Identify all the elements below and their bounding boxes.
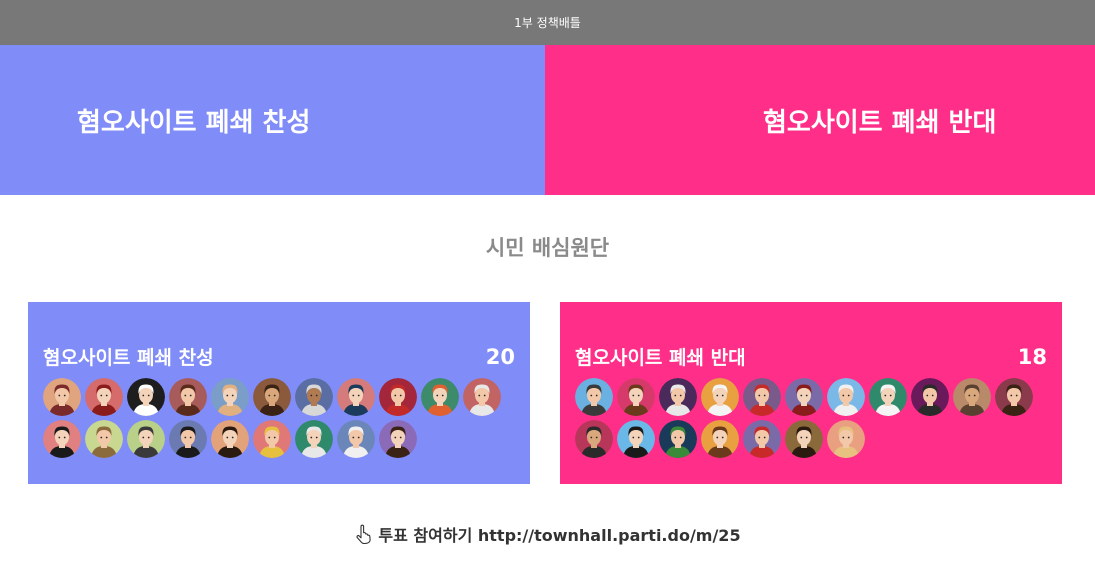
- battle-side-con[interactable]: 혐오사이트 폐쇄 반대: [545, 45, 1095, 195]
- jury-panel-pro: 혐오사이트 폐쇄 찬성 20: [28, 302, 530, 484]
- avatar[interactable]: [421, 378, 459, 416]
- avatar[interactable]: [827, 378, 865, 416]
- avatar[interactable]: [995, 378, 1033, 416]
- jury-panel-con-header: 혐오사이트 폐쇄 반대 18: [575, 343, 1047, 370]
- avatar[interactable]: [169, 420, 207, 458]
- avatar[interactable]: [43, 420, 81, 458]
- battle-side-pro[interactable]: 혐오사이트 폐쇄 찬성: [0, 45, 545, 195]
- avatar[interactable]: [379, 378, 417, 416]
- avatar[interactable]: [827, 420, 865, 458]
- avatar[interactable]: [743, 378, 781, 416]
- page-title: 1부 정책배틀: [514, 16, 581, 30]
- vote-link-text[interactable]: 투표 참여하기 http://townhall.parti.do/m/25: [378, 522, 740, 546]
- avatar[interactable]: [127, 378, 165, 416]
- jury-panel-pro-header: 혐오사이트 폐쇄 찬성 20: [43, 343, 515, 370]
- avatar[interactable]: [785, 420, 823, 458]
- avatar[interactable]: [785, 378, 823, 416]
- avatar[interactable]: [85, 378, 123, 416]
- avatar[interactable]: [869, 378, 907, 416]
- top-bar: 1부 정책배틀: [0, 0, 1095, 45]
- jury-pro-avatar-list: [43, 378, 513, 462]
- pointing-hand-icon: [354, 524, 374, 544]
- battle-pro-label: 혐오사이트 폐쇄 찬성: [77, 107, 311, 138]
- avatar[interactable]: [659, 378, 697, 416]
- avatar[interactable]: [575, 420, 613, 458]
- avatar[interactable]: [463, 378, 501, 416]
- avatar[interactable]: [295, 420, 333, 458]
- avatar[interactable]: [659, 420, 697, 458]
- avatar[interactable]: [337, 378, 375, 416]
- battle-con-label: 혐오사이트 폐쇄 반대: [763, 107, 997, 138]
- avatar[interactable]: [85, 420, 123, 458]
- avatar[interactable]: [379, 420, 417, 458]
- avatar[interactable]: [169, 378, 207, 416]
- avatar[interactable]: [211, 420, 249, 458]
- jury-pro-count: 20: [485, 344, 515, 369]
- avatar[interactable]: [617, 420, 655, 458]
- jury-con-avatar-list: [575, 378, 1045, 462]
- avatar[interactable]: [295, 378, 333, 416]
- jury-panel-con: 혐오사이트 폐쇄 반대 18: [560, 302, 1062, 484]
- avatar[interactable]: [43, 378, 81, 416]
- avatar[interactable]: [575, 378, 613, 416]
- avatar[interactable]: [337, 420, 375, 458]
- avatar[interactable]: [617, 378, 655, 416]
- jury-pro-label: 혐오사이트 폐쇄 찬성: [43, 347, 214, 369]
- avatar[interactable]: [743, 420, 781, 458]
- avatar[interactable]: [253, 420, 291, 458]
- avatar[interactable]: [911, 378, 949, 416]
- jury-con-count: 18: [1017, 344, 1047, 369]
- jury-title: 시민 배심원단: [485, 236, 610, 260]
- avatar[interactable]: [701, 378, 739, 416]
- avatar[interactable]: [953, 378, 991, 416]
- avatar[interactable]: [253, 378, 291, 416]
- avatar[interactable]: [701, 420, 739, 458]
- avatar[interactable]: [127, 420, 165, 458]
- vote-link[interactable]: 투표 참여하기 http://townhall.parti.do/m/25: [0, 522, 1095, 546]
- jury-con-label: 혐오사이트 폐쇄 반대: [575, 347, 746, 369]
- avatar[interactable]: [211, 378, 249, 416]
